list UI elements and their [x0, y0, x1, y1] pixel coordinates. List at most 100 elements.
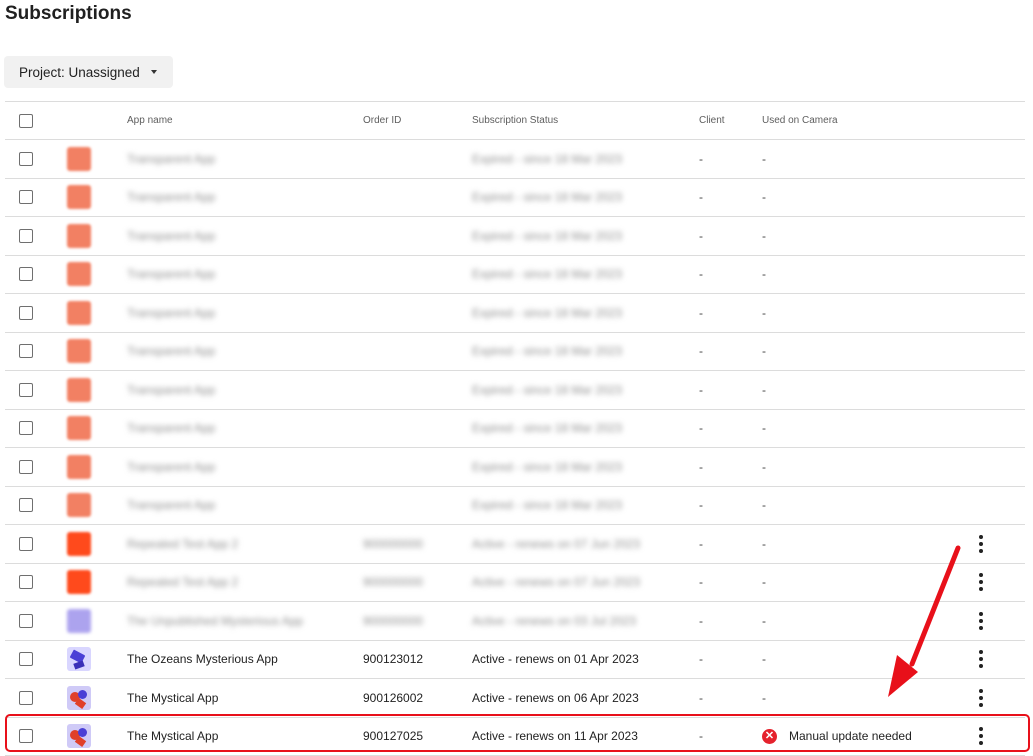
client-value: - [699, 718, 703, 756]
table-row[interactable]: Transparent App Expired - since 18 Mar 20… [5, 448, 1025, 487]
table-row[interactable]: Repeated Test App 2 900000000 Active - ren… [5, 525, 1025, 564]
row-checkbox[interactable] [19, 691, 33, 705]
table-row[interactable]: Repeated Test App 2 900000000 Active - ren… [5, 564, 1025, 603]
app-name: The Unpublished Mysterious App [127, 602, 303, 640]
subscription-status: Expired - since 18 Mar 2023 [472, 217, 622, 255]
table-header-row: App name Order ID Subscription Status Cl… [5, 102, 1025, 140]
camera-value: - [762, 691, 766, 705]
client-value: - [699, 410, 703, 448]
subscription-status: Expired - since 18 Mar 2023 [472, 140, 622, 178]
camera-value: - [762, 614, 766, 628]
app-icon [67, 262, 91, 286]
camera-value: - [762, 229, 766, 243]
row-checkbox[interactable] [19, 229, 33, 243]
camera-value: - [762, 152, 766, 166]
subscriptions-table: App name Order ID Subscription Status Cl… [5, 101, 1025, 756]
app-icon [67, 686, 91, 710]
select-all-checkbox[interactable] [19, 114, 33, 128]
table-row[interactable]: Transparent AppExpired - since 18 Mar 20… [5, 256, 1025, 295]
app-icon [67, 378, 91, 402]
table-row[interactable]: The Ozeans Mysterious App900123012Active… [5, 641, 1025, 680]
subscription-status: Expired - since 18 Mar 2023 [472, 371, 622, 409]
row-checkbox[interactable] [19, 614, 33, 628]
subscription-status: Active - renews on 01 Apr 2023 [472, 641, 639, 679]
row-checkbox[interactable] [19, 344, 33, 358]
camera-value: - [762, 575, 766, 589]
app-name: Repeated Test App 2 [127, 564, 238, 602]
header-used-on-camera[interactable]: Used on Camera [762, 102, 838, 139]
subscription-status: Expired - since 18 Mar 2023 [472, 256, 622, 294]
app-name: Transparent App [127, 333, 215, 371]
client-value: - [699, 448, 703, 486]
table-row[interactable]: Transparent AppExpired - since 18 Mar 20… [5, 487, 1025, 526]
more-options-icon[interactable] [979, 612, 983, 630]
table-row[interactable]: The Mystical App900126002Active - renews… [5, 679, 1025, 718]
order-id: 900000000 [363, 564, 423, 602]
subscription-status: Expired - since 18 Mar 2023 [472, 487, 622, 525]
subscription-status: Expired - since 18 Mar 2023 [472, 333, 622, 371]
row-checkbox[interactable] [19, 652, 33, 666]
subscription-status: Active - renews on 06 Apr 2023 [472, 679, 639, 717]
table-row[interactable]: The Unpublished Mysterious App900000000A… [5, 602, 1025, 641]
camera-value: - [762, 421, 766, 435]
subscription-status: Active - renews on 11 Apr 2023 [472, 718, 638, 756]
table-row[interactable]: Transparent App Expired - since 18 Mar 20… [5, 217, 1025, 256]
header-order-id[interactable]: Order ID [363, 102, 401, 139]
row-checkbox[interactable] [19, 729, 33, 743]
app-icon [67, 339, 91, 363]
table-row[interactable]: Transparent AppExpired - since 18 Mar 20… [5, 179, 1025, 218]
app-name: Transparent App [127, 294, 215, 332]
row-checkbox[interactable] [19, 152, 33, 166]
header-subscription-status[interactable]: Subscription Status [472, 102, 558, 139]
row-checkbox[interactable] [19, 190, 33, 204]
header-client[interactable]: Client [699, 102, 725, 139]
app-icon [67, 532, 91, 556]
row-checkbox[interactable] [19, 383, 33, 397]
table-row[interactable]: Transparent AppExpired - since 18 Mar 20… [5, 294, 1025, 333]
more-options-icon[interactable] [979, 650, 983, 668]
app-name: Transparent App [127, 371, 215, 409]
app-name: Transparent App [127, 448, 215, 486]
app-icon [67, 570, 91, 594]
order-id: 900123012 [363, 641, 423, 679]
subscription-status: Expired - since 18 Mar 2023 [472, 179, 622, 217]
row-checkbox[interactable] [19, 537, 33, 551]
header-app-name[interactable]: App name [127, 102, 173, 139]
camera-status-text: Manual update needed [789, 729, 912, 743]
order-id: 900000000 [363, 525, 423, 563]
project-filter-button[interactable]: Project: Unassigned [4, 56, 173, 88]
app-icon [67, 609, 91, 633]
subscription-status: Active - renews on 07 Jun 2023 [472, 525, 640, 563]
more-options-icon[interactable] [979, 689, 983, 707]
caret-down-icon [151, 70, 157, 74]
app-icon [67, 724, 91, 748]
table-row[interactable]: Transparent App Expired - since 18 Mar 20… [5, 371, 1025, 410]
client-value: - [699, 256, 703, 294]
subscription-status: Expired - since 18 Mar 2023 [472, 448, 622, 486]
camera-value: - [762, 267, 766, 281]
more-options-icon[interactable] [979, 535, 983, 553]
row-checkbox[interactable] [19, 460, 33, 474]
table-row[interactable]: Transparent AppExpired - since 18 Mar 20… [5, 140, 1025, 179]
row-checkbox[interactable] [19, 575, 33, 589]
more-options-icon[interactable] [979, 573, 983, 591]
camera-value: - [762, 460, 766, 474]
row-checkbox[interactable] [19, 498, 33, 512]
app-name: Transparent App [127, 217, 215, 255]
row-checkbox[interactable] [19, 306, 33, 320]
more-options-icon[interactable] [979, 727, 983, 745]
app-icon [67, 416, 91, 440]
table-row[interactable]: The Mystical App900127025Active - renews… [5, 718, 1025, 756]
app-icon [67, 647, 91, 671]
app-name: The Mystical App [127, 718, 218, 756]
row-checkbox[interactable] [19, 421, 33, 435]
app-name: Repeated Test App 2 [127, 525, 238, 563]
table-row[interactable]: Transparent AppExpired - since 18 Mar 20… [5, 410, 1025, 449]
subscription-status: Active - renews on 07 Jun 2023 [472, 564, 640, 602]
camera-value: - [762, 652, 766, 666]
row-checkbox[interactable] [19, 267, 33, 281]
camera-value: - [762, 190, 766, 204]
client-value: - [699, 294, 703, 332]
table-row[interactable]: Transparent App Expired - since 18 Mar 20… [5, 333, 1025, 372]
camera-value: - [762, 537, 766, 551]
